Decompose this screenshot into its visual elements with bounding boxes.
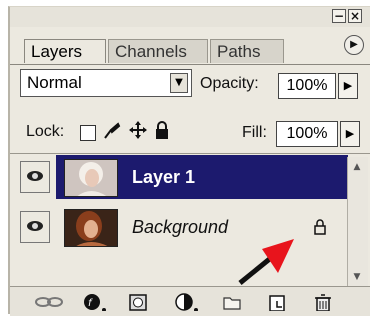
layer-style-icon[interactable]: f: [82, 293, 108, 311]
lock-move-icon[interactable]: [128, 120, 148, 140]
palette-titlebar: − ×: [10, 7, 370, 27]
opacity-label: Opacity:: [200, 75, 259, 92]
visibility-toggle[interactable]: [20, 211, 50, 243]
tab-channels[interactable]: Channels: [108, 39, 208, 63]
opacity-slider-arrow[interactable]: ▶: [338, 73, 358, 99]
eye-icon: [27, 221, 43, 231]
tab-paths[interactable]: Paths: [210, 39, 284, 63]
visibility-toggle[interactable]: [20, 161, 50, 193]
link-icon[interactable]: [34, 293, 64, 311]
lock-brush-icon[interactable]: [102, 121, 122, 141]
trash-icon[interactable]: [314, 293, 332, 311]
layer-row-layer-1[interactable]: Layer 1: [16, 155, 348, 199]
blend-mode-select[interactable]: Normal ▼: [20, 69, 192, 97]
minimize-button[interactable]: −: [332, 9, 346, 23]
fill-slider-arrow[interactable]: ▶: [340, 121, 360, 147]
blend-mode-value: Normal: [27, 73, 82, 92]
divider: [10, 153, 370, 154]
fill-field[interactable]: 100%: [276, 121, 338, 147]
flyout-arrow-icon[interactable]: ▶: [344, 35, 364, 55]
chevron-down-icon: ▼: [170, 73, 188, 93]
lock-transparent-icon[interactable]: [80, 125, 96, 141]
lock-all-icon[interactable]: [154, 121, 170, 141]
close-button[interactable]: ×: [348, 9, 362, 23]
mask-icon[interactable]: [128, 293, 148, 311]
tab-strip: Layers Channels Paths: [10, 31, 370, 65]
tab-layers[interactable]: Layers: [24, 39, 106, 63]
new-layer-icon[interactable]: [268, 293, 286, 311]
group-folder-icon[interactable]: [222, 293, 242, 311]
layers-panel: − × Layers Channels Paths ▶ Normal ▼ Opa…: [8, 6, 370, 316]
scroll-up-icon[interactable]: ▲: [349, 159, 365, 175]
adjustment-icon[interactable]: [174, 293, 200, 311]
layers-scrollbar[interactable]: ▲ ▼: [347, 157, 368, 287]
layers-bottom-toolbar: f: [10, 286, 370, 316]
scroll-down-icon[interactable]: ▼: [349, 269, 365, 285]
lock-icon: [314, 219, 326, 235]
opacity-field[interactable]: 100%: [278, 73, 336, 99]
lock-label: Lock:: [26, 123, 65, 140]
red-arrow-annotation: [238, 239, 294, 285]
layer-row-background[interactable]: Background: [16, 205, 348, 249]
eye-icon: [27, 171, 43, 181]
layer-name[interactable]: Background: [132, 215, 228, 239]
fill-label: Fill:: [242, 124, 267, 141]
layer-thumbnail: [64, 209, 118, 247]
divider: [10, 64, 370, 65]
layer-name[interactable]: Layer 1: [132, 165, 195, 189]
layer-thumbnail: [64, 159, 118, 197]
